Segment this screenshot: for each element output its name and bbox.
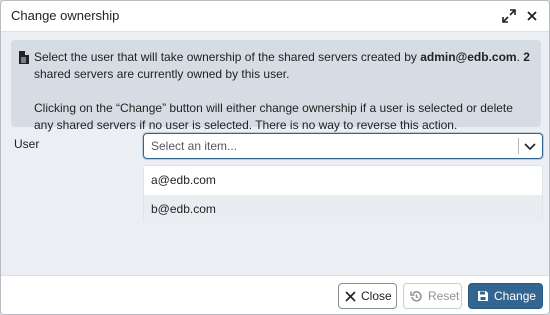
save-icon [477, 290, 489, 302]
info-panel: Select the user that will take ownership… [11, 40, 541, 132]
info-line1-prefix: Select the user that will take ownership… [34, 50, 421, 64]
user-select[interactable]: Select an item... [143, 133, 543, 159]
close-button[interactable]: Close [338, 283, 397, 309]
owner-email: admin@edb.com [420, 50, 517, 64]
select-separator [518, 138, 519, 154]
dialog-body: Select the user that will take ownership… [1, 33, 549, 275]
user-select-menu: a@edb.com b@edb.com [143, 165, 543, 223]
chevron-down-icon[interactable] [523, 139, 537, 158]
reset-button-label: Reset [428, 289, 460, 303]
change-button[interactable]: Change [468, 283, 543, 309]
reset-button[interactable]: Reset [403, 283, 462, 309]
change-button-label: Change [494, 289, 537, 303]
dialog-title: Change ownership [11, 8, 120, 23]
reset-icon [410, 290, 423, 303]
info-paragraph-1: Select the user that will take ownership… [34, 49, 534, 83]
info-paragraph-2: Clicking on the “Change” button will eit… [34, 101, 513, 132]
dialog-titlebar: Change ownership [1, 1, 549, 32]
user-label: User [14, 137, 40, 151]
expand-diagonal-icon[interactable] [500, 7, 518, 25]
dialog-footer: Close Reset Change [1, 275, 549, 314]
server-count: 2 [523, 50, 530, 64]
document-icon [18, 51, 29, 69]
menu-item-b[interactable]: b@edb.com [144, 195, 542, 223]
info-text: Select the user that will take ownership… [34, 49, 534, 134]
user-select-placeholder: Select an item... [151, 139, 238, 153]
info-line1-suffix: shared servers are currently owned by th… [34, 67, 290, 81]
close-icon[interactable] [523, 7, 541, 25]
close-button-label: Close [361, 289, 392, 303]
close-icon [345, 290, 356, 302]
change-ownership-dialog: Change ownership Select the user that wi… [0, 0, 550, 315]
menu-item-a[interactable]: a@edb.com [144, 166, 542, 194]
